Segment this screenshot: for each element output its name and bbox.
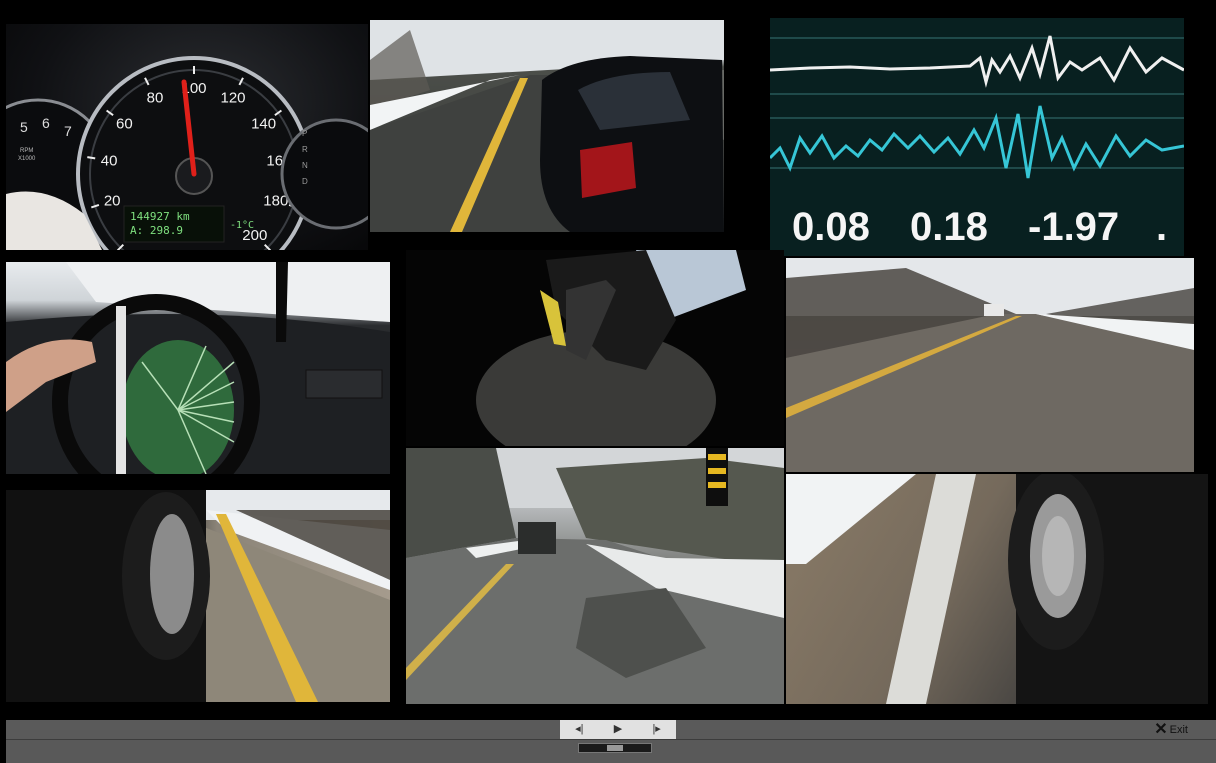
video-tile-waveform: 0.08 0.18 -1.97 . [770, 18, 1184, 256]
speed-tick-mark [87, 156, 96, 160]
playback-control-bar: ◂| ▶ |▸ ✕ Exit [6, 720, 1216, 763]
rpm-label: RPM [20, 148, 33, 154]
trip-readout: A: 298.9 [130, 224, 183, 237]
rpm-tick: 7 [64, 123, 72, 139]
video-tile-wheel-right [786, 474, 1208, 704]
speed-tick-label: 80 [147, 89, 164, 106]
odometer-readout: 144927 km [130, 210, 190, 223]
gear-d: D [302, 177, 308, 186]
video-tile-wheel-left [6, 490, 390, 702]
step-forward-icon[interactable]: |▸ [642, 720, 672, 739]
video-tile-speedometer: 5 6 7 RPM X1000 020406080100120140160180… [6, 24, 368, 250]
road-follow-graphic [370, 20, 724, 232]
wheel-right-graphic [786, 474, 1208, 704]
video-tile-pedal [406, 250, 784, 446]
temperature-readout: -1°C [230, 220, 254, 231]
pedal-graphic [476, 250, 746, 446]
scrub-bar[interactable] [578, 743, 652, 753]
video-tile-road-follow [370, 20, 724, 232]
transport-controls: ◂| ▶ |▸ [560, 720, 676, 739]
wheel-left-graphic [6, 490, 390, 702]
rpm-tick: 5 [20, 119, 28, 135]
play-icon[interactable]: ▶ [603, 720, 633, 739]
speed-tick-label: 40 [101, 153, 118, 170]
speed-tick-label: 20 [104, 193, 121, 210]
wave-value-3: -1.97 [1028, 205, 1119, 249]
scrub-handle[interactable] [607, 745, 623, 751]
close-icon: ✕ [1154, 720, 1168, 738]
wave-trailing: . [1156, 205, 1167, 249]
speedometer-graphic: 5 6 7 RPM X1000 020406080100120140160180… [6, 56, 368, 250]
gear-n: N [302, 161, 308, 170]
video-tile-road-pothole [406, 448, 784, 704]
video-tile-steering [6, 262, 390, 474]
step-back-icon[interactable]: ◂| [564, 720, 594, 739]
wave-value-1: 0.08 [792, 205, 870, 249]
exit-button[interactable]: ✕ Exit [1154, 721, 1188, 738]
video-mosaic: 5 6 7 RPM X1000 020406080100120140160180… [0, 0, 1216, 720]
road-trees-graphic [786, 258, 1194, 472]
speed-tick-label: 180 [263, 193, 288, 210]
speed-tick-label: 140 [251, 116, 276, 133]
road-pothole-graphic [406, 448, 784, 704]
wave-value-2: 0.18 [910, 205, 988, 249]
gear-r: R [302, 145, 308, 154]
rpm-unit: X1000 [18, 156, 36, 162]
steering-graphic [6, 262, 390, 474]
video-tile-road-trees [786, 258, 1194, 472]
rpm-tick: 6 [42, 115, 50, 131]
waveform-graphic: 0.08 0.18 -1.97 . [770, 18, 1184, 256]
speed-tick-label: 120 [220, 89, 245, 106]
gear-p: P [302, 129, 307, 138]
speed-tick-label: 60 [116, 116, 133, 133]
exit-label: Exit [1169, 723, 1188, 736]
